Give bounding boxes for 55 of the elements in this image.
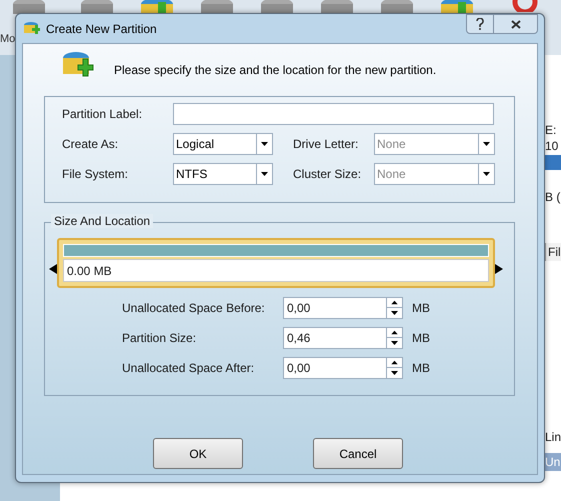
disk-icon[interactable] [12,0,46,14]
field-label: Unallocated Space After: [122,360,256,377]
disk-icon[interactable] [260,0,294,14]
instruction-text: Please specify the size and the location for the new partition. [114,62,436,79]
up-arrow-icon[interactable] [387,298,402,308]
field-label: Partition Size: [122,330,198,347]
help-icon [476,18,484,30]
left-arrow-icon[interactable] [49,264,57,274]
close-icon [510,20,520,28]
partial-text: E: [545,122,556,139]
partial-text: 10 [545,138,558,155]
field-label: Partition Label: [62,106,144,123]
disk-icon[interactable] [80,0,114,14]
unit-label: MB [412,330,430,347]
field-label: File System: [62,166,130,183]
group-title: Size And Location [51,214,154,228]
dropdown[interactable]: NTFS [173,163,273,185]
caret-icon [261,172,268,176]
caret-icon [483,172,490,176]
window-title: Create New Partition [46,20,158,38]
field-label: Unallocated Space Before: [122,300,266,317]
disk-bar [545,155,561,170]
size-reading: 0.00 MB [63,259,489,282]
field-label: Create As: [62,136,120,153]
number-spinner[interactable]: 0,00 [283,297,403,319]
up-arrow-icon[interactable] [387,358,402,368]
lifebuoy-icon[interactable] [510,0,540,12]
number-spinner[interactable]: 0,46 [283,327,403,349]
cancel-button[interactable]: Cancel [313,438,403,469]
unit-label: MB [412,360,430,377]
disk-plus-icon[interactable] [140,0,174,14]
unit-label: MB [412,300,430,317]
partial-text: Lin [545,429,561,446]
partial-text: Un [545,453,561,471]
field-label: Drive Letter: [293,136,360,153]
partial-text: B ( [545,189,560,206]
disk-plus-icon [24,20,40,36]
dropdown[interactable]: Logical [173,133,273,155]
partition-label-field[interactable] [173,103,494,125]
close-button[interactable] [494,14,538,34]
ok-button[interactable]: OK [153,438,243,469]
toolbar-label: Mo [0,32,16,47]
caret-icon [483,142,490,146]
partition-bar[interactable]: 0.00 MB [57,238,495,288]
disk-icon[interactable] [380,0,414,14]
disk-icon[interactable] [320,0,354,14]
field-label: Cluster Size: [293,166,362,183]
partial-text: Fil [545,243,561,261]
number-spinner[interactable]: 0,00 [283,357,403,379]
right-arrow-icon[interactable] [495,264,503,274]
disk-icon[interactable] [200,0,234,14]
disk-plus-icon[interactable] [440,0,474,14]
help-button[interactable] [466,14,494,34]
caret-icon [261,142,268,146]
up-arrow-icon[interactable] [387,328,402,338]
